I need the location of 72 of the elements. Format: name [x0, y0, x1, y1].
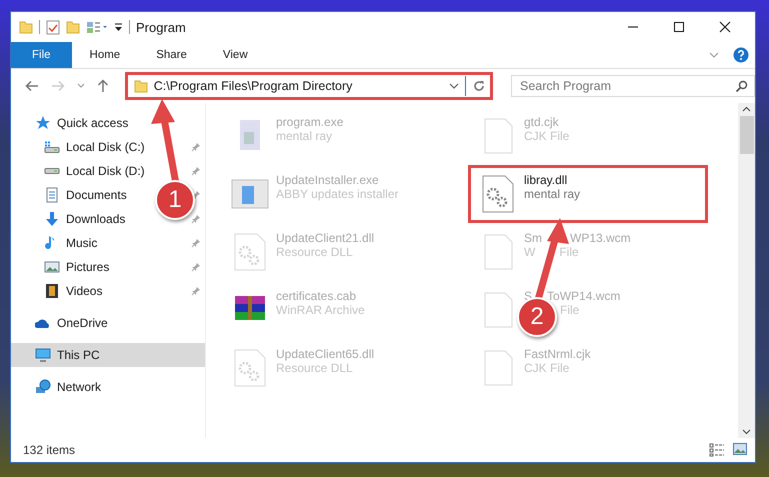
maximize-icon[interactable]	[673, 21, 685, 33]
file-type: CJK File	[524, 129, 570, 143]
file-name: UpdateInstaller.exe	[276, 173, 379, 187]
scrollbar[interactable]	[738, 103, 755, 438]
sidebar-item[interactable]: Documents	[11, 183, 131, 207]
scroll-thumb[interactable]	[740, 116, 754, 154]
file-name: FastNrml.cjk	[524, 347, 591, 361]
pin-icon[interactable]	[191, 166, 201, 176]
file-type: CJK File	[524, 361, 570, 375]
file-name: Sm	[524, 231, 542, 245]
file-type: W	[524, 245, 536, 259]
file-name: gtd.cjk	[524, 115, 559, 129]
properties-icon[interactable]	[46, 20, 60, 34]
view-dropdown-icon[interactable]	[86, 20, 108, 34]
item-count: 132 items	[23, 443, 76, 457]
file-name: libray.dll	[524, 173, 568, 187]
address-bar[interactable]: C:\Program Files\Program Directory	[124, 72, 493, 100]
sidebar-item[interactable]: Videos	[11, 279, 106, 303]
file-type: File	[560, 303, 580, 317]
file-type: ABBY updates installer	[276, 187, 399, 201]
pin-icon[interactable]	[191, 142, 201, 152]
sidebar-item[interactable]: Quick access	[11, 111, 205, 135]
sidebar-item[interactable]: Local Disk (D:)	[11, 159, 149, 183]
film-icon	[44, 283, 60, 299]
drive-icon	[44, 168, 60, 174]
pin-icon[interactable]	[191, 262, 201, 272]
sidebar-item[interactable]: Music	[11, 231, 102, 255]
details-view-icon[interactable]	[709, 443, 725, 457]
file-name: WP13.wcm	[570, 231, 631, 245]
window-title: Program	[136, 20, 186, 34]
document-icon	[44, 187, 60, 203]
file-name: UpdateClient65.dll	[276, 347, 374, 361]
pin-icon[interactable]	[191, 238, 201, 248]
download-icon	[44, 211, 60, 227]
sidebar-item[interactable]: Local Disk (C:)	[11, 135, 149, 159]
file-name: certificates.cab	[276, 289, 356, 303]
scroll-up-icon[interactable]	[742, 106, 751, 112]
pin-icon[interactable]	[191, 286, 201, 296]
dropdown-icon[interactable]	[449, 82, 459, 90]
back-arrow-icon[interactable]	[25, 80, 39, 92]
file-name: UpdateClient21.dll	[276, 231, 374, 245]
sidebar-item[interactable]: Pictures	[11, 255, 114, 279]
search-field[interactable]: Search Program	[511, 75, 755, 97]
search-icon[interactable]	[735, 80, 748, 93]
recent-dropdown-icon[interactable]	[76, 83, 85, 89]
pin-icon[interactable]	[191, 214, 201, 224]
network-icon	[35, 379, 51, 395]
file-type: mental ray	[524, 187, 580, 201]
up-arrow-icon[interactable]	[96, 79, 109, 93]
close-icon[interactable]	[719, 21, 731, 33]
large-icons-view-icon[interactable]	[733, 443, 747, 455]
folder-icon	[134, 79, 148, 93]
ribbon-tab[interactable]: File	[11, 42, 72, 68]
scroll-down-icon[interactable]	[742, 429, 751, 435]
file-type: mental ray	[276, 129, 332, 143]
sidebar-item[interactable]: This PC	[11, 343, 205, 367]
expand-ribbon-icon[interactable]	[709, 51, 719, 59]
star-icon	[35, 115, 51, 131]
sidebar-item[interactable]: OneDrive	[11, 311, 205, 335]
drive-icon	[44, 141, 60, 153]
refresh-icon[interactable]	[472, 79, 486, 93]
file-type: Resource DLL	[276, 361, 353, 375]
picture-icon	[44, 259, 60, 275]
file-type: File	[559, 245, 579, 259]
file-type: WinRAR Archive	[276, 303, 365, 317]
computer-icon	[35, 347, 51, 363]
sidebar-item[interactable]: Network	[11, 375, 205, 399]
file-name: program.exe	[276, 115, 344, 129]
file-type: Resource DLL	[276, 245, 353, 259]
sidebar-item[interactable]: Downloads	[11, 207, 130, 231]
customize-arrow-icon[interactable]	[114, 22, 123, 32]
help-icon[interactable]	[733, 47, 749, 63]
